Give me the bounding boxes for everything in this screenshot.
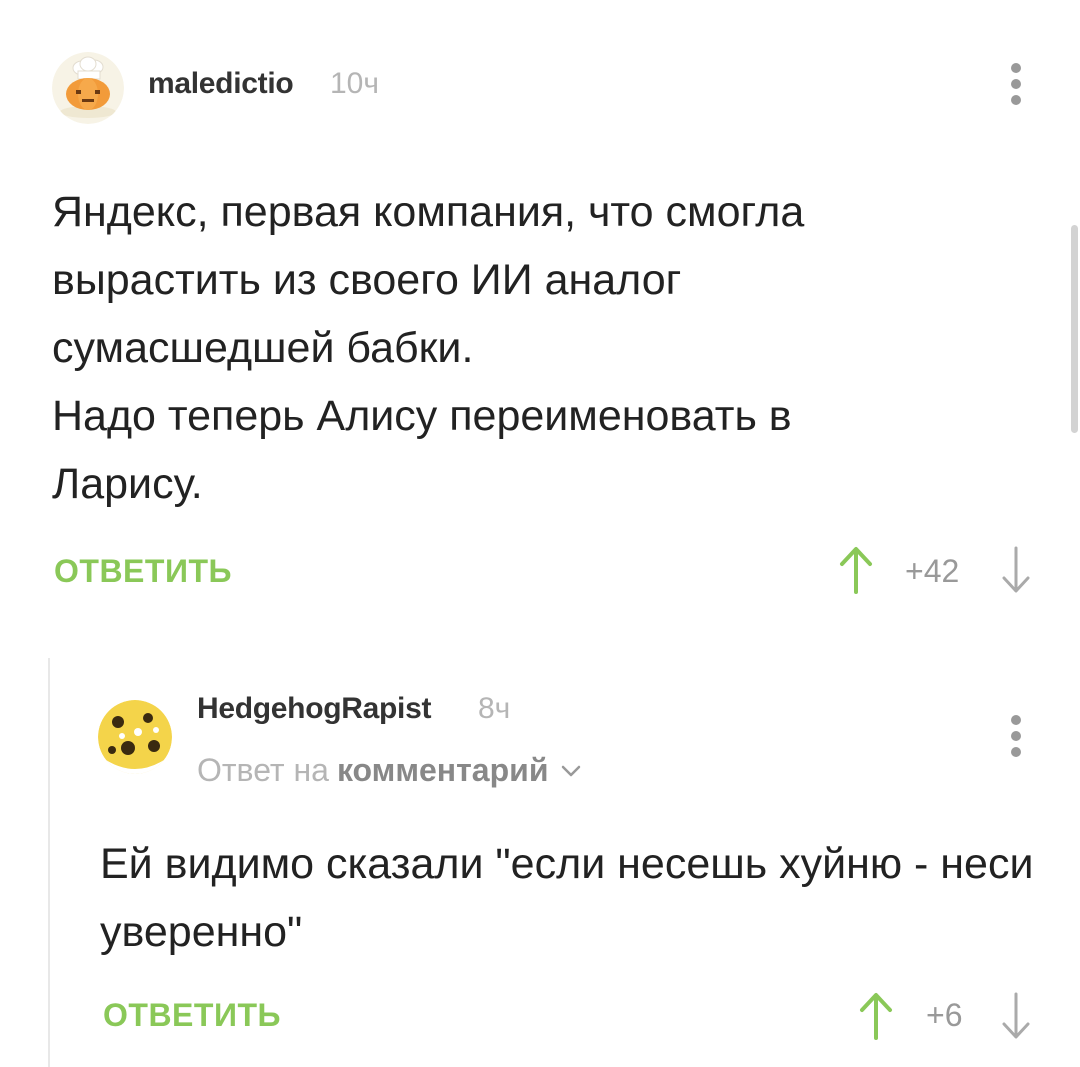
pumpkin-chef-avatar-icon xyxy=(52,52,124,124)
comment-paragraph: Ей видимо сказали "если несешь хуйню - н… xyxy=(100,840,1034,956)
upvote-arrow-icon[interactable] xyxy=(858,990,894,1042)
comment-body: Ей видимо сказали "если несешь хуйню - н… xyxy=(100,830,1040,966)
downvote-arrow-icon[interactable] xyxy=(998,990,1034,1042)
yellow-pattern-avatar-icon xyxy=(98,700,172,774)
scrollbar[interactable] xyxy=(1071,225,1078,433)
reply-button[interactable]: ОТВЕТИТЬ xyxy=(103,997,281,1034)
downvote-arrow-icon[interactable] xyxy=(998,544,1034,596)
comment-time: 10ч xyxy=(330,67,379,100)
comment-body: Яндекс, первая компания, что смогла выра… xyxy=(52,178,952,518)
comment-author[interactable]: HedgehogRapist xyxy=(197,692,431,726)
comment-time: 8ч xyxy=(478,692,511,725)
comment-paragraph: Надо теперь Алису переименовать в Ларису… xyxy=(52,392,792,508)
avatar-maledictio[interactable] xyxy=(52,52,124,124)
reply-to-line[interactable]: Ответ на комментарий xyxy=(197,752,582,789)
upvote-arrow-icon[interactable] xyxy=(838,544,874,596)
reply-button[interactable]: ОТВЕТИТЬ xyxy=(54,553,232,590)
more-options-icon[interactable] xyxy=(1004,712,1028,762)
comment-paragraph: Яндекс, первая компания, что смогла выра… xyxy=(52,188,805,372)
reply-to-link[interactable]: комментарий xyxy=(337,752,549,789)
avatar-hedgehograpist[interactable] xyxy=(98,700,172,774)
comment-rating: +42 xyxy=(905,553,960,589)
reply-to-prefix: Ответ на xyxy=(197,752,329,788)
thread-line[interactable] xyxy=(48,658,50,1067)
comment-author[interactable]: maledictio xyxy=(148,67,294,101)
more-options-icon[interactable] xyxy=(1004,60,1028,110)
comment-rating: +6 xyxy=(926,997,963,1033)
chevron-down-icon[interactable] xyxy=(560,763,582,779)
